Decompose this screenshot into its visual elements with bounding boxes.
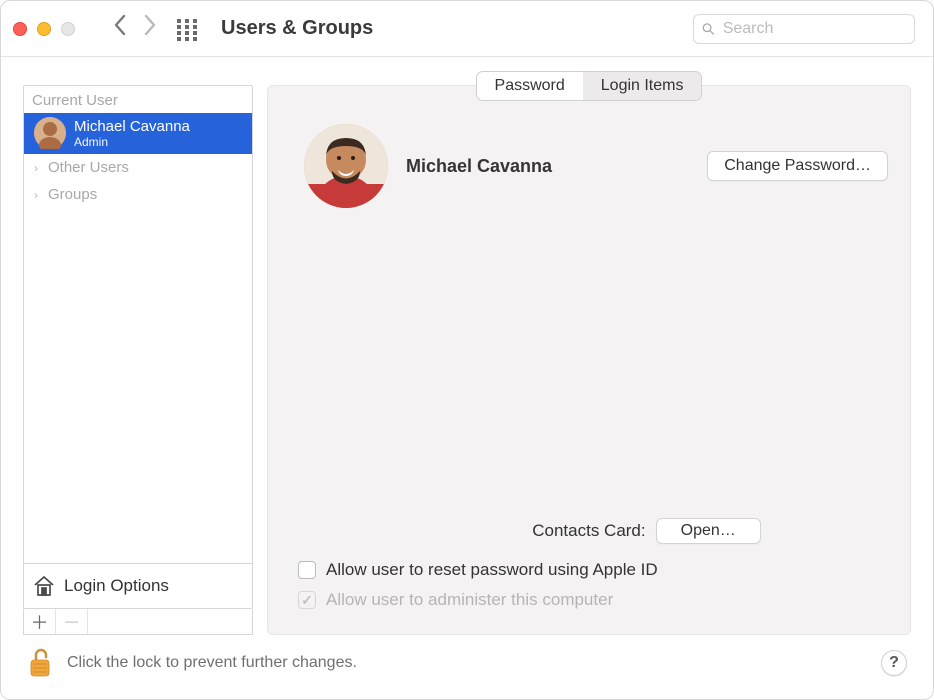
search-field-wrap[interactable] — [693, 14, 915, 44]
zoom-button — [61, 22, 75, 36]
window-controls — [13, 22, 75, 36]
remove-user-button: － — [56, 609, 88, 634]
reset-password-checkbox[interactable] — [298, 561, 316, 579]
tab-login-items[interactable]: Login Items — [583, 72, 702, 100]
reset-password-apple-id-row[interactable]: Allow user to reset password using Apple… — [298, 560, 880, 580]
user-list: Current User Michael Cavanna Admin — [23, 85, 253, 609]
content-area: Current User Michael Cavanna Admin — [1, 57, 933, 699]
forward-button — [143, 14, 157, 43]
sidebar-item-label: Other Users — [48, 159, 129, 176]
administer-checkbox — [298, 591, 316, 609]
avatar[interactable] — [304, 124, 388, 208]
sidebar-item-groups[interactable]: › Groups — [24, 181, 252, 208]
administer-label: Allow user to administer this computer — [326, 590, 613, 610]
contacts-card-label: Contacts Card: — [532, 521, 645, 541]
search-input[interactable] — [721, 19, 906, 39]
help-button[interactable]: ? — [881, 650, 907, 676]
house-icon — [32, 574, 56, 598]
open-contacts-button[interactable]: Open… — [656, 518, 761, 544]
sidebar-current-user-role: Admin — [74, 135, 190, 149]
lock-hint-text: Click the lock to prevent further change… — [67, 654, 867, 672]
sidebar-current-user[interactable]: Michael Cavanna Admin — [24, 113, 252, 154]
show-all-icon[interactable] — [177, 19, 197, 39]
window: Users & Groups Current User — [0, 0, 934, 700]
titlebar: Users & Groups — [1, 1, 933, 57]
nav-arrows — [113, 14, 157, 43]
sidebar-current-user-name: Michael Cavanna — [74, 118, 190, 135]
sidebar: Current User Michael Cavanna Admin — [23, 85, 253, 635]
window-title: Users & Groups — [221, 17, 683, 40]
back-button[interactable] — [113, 14, 127, 43]
reset-password-label: Allow user to reset password using Apple… — [326, 560, 658, 580]
administer-computer-row: Allow user to administer this computer — [298, 590, 880, 610]
login-options-label: Login Options — [64, 576, 169, 596]
chevron-right-icon: › — [30, 188, 42, 202]
lock-icon[interactable] — [27, 647, 53, 679]
user-display-name: Michael Cavanna — [406, 156, 689, 177]
minimize-button[interactable] — [37, 22, 51, 36]
login-options-button[interactable]: Login Options — [24, 563, 252, 608]
close-button[interactable] — [13, 22, 27, 36]
sidebar-item-other-users[interactable]: › Other Users — [24, 154, 252, 181]
search-icon — [702, 22, 715, 36]
change-password-button[interactable]: Change Password… — [707, 151, 888, 181]
add-user-button[interactable]: ＋ — [24, 609, 56, 634]
chevron-right-icon: › — [30, 161, 42, 175]
footer: Click the lock to prevent further change… — [23, 635, 911, 685]
tab-password[interactable]: Password — [477, 72, 583, 100]
tab-group: Password Login Items — [476, 71, 703, 101]
detail-panel: Password Login Items — [267, 85, 911, 635]
avatar-small — [34, 117, 66, 149]
add-remove-bar: ＋ － — [23, 609, 253, 635]
sidebar-section-current-user: Current User — [24, 86, 252, 113]
sidebar-item-label: Groups — [48, 186, 97, 203]
